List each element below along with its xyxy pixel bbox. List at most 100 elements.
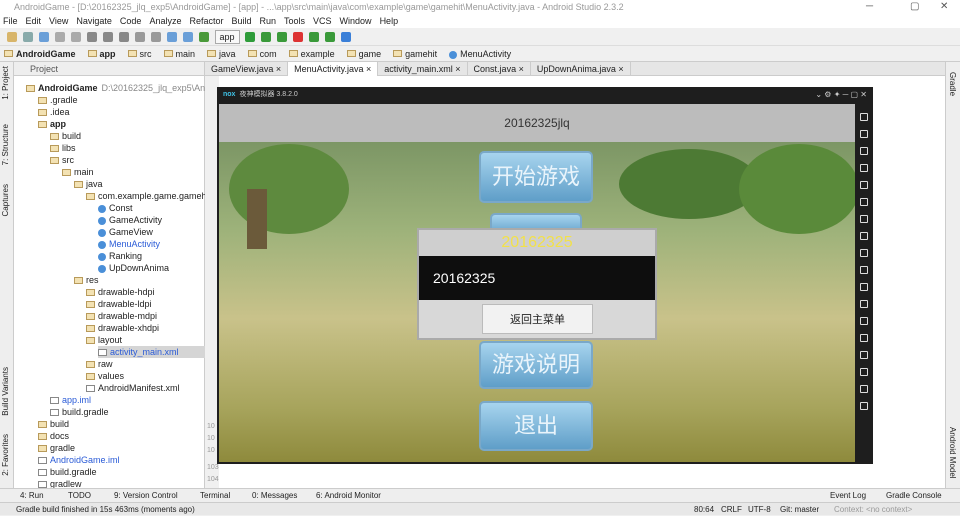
emu-tool-icon[interactable] <box>860 181 868 189</box>
tree-item[interactable]: libs <box>50 142 76 154</box>
open-icon[interactable] <box>7 32 17 42</box>
forward-icon[interactable] <box>183 32 193 42</box>
debug-icon[interactable] <box>261 32 272 42</box>
menu-file[interactable]: File <box>3 16 18 26</box>
emu-tool-icon[interactable] <box>860 317 868 325</box>
breadcrumb-item[interactable]: game <box>346 49 388 59</box>
tree-item[interactable]: build <box>38 418 69 430</box>
breadcrumb-item[interactable]: main <box>163 49 202 59</box>
menu-analyze[interactable]: Analyze <box>149 16 181 26</box>
gradle-console-tool-tab[interactable]: Gradle Console <box>886 489 942 503</box>
caret-position[interactable]: 80:64 <box>694 503 714 516</box>
tree-item[interactable]: gradle <box>38 442 75 454</box>
tab-menuactivity-java[interactable]: MenuActivity.java × <box>288 62 379 76</box>
tree-item[interactable]: MenuActivity <box>98 238 160 250</box>
structure-tool-tab[interactable]: 7: Structure <box>1 124 10 165</box>
menu-run[interactable]: Run <box>260 16 277 26</box>
menu-vcs[interactable]: VCS <box>313 16 332 26</box>
todo-tool-tab[interactable]: TODO <box>68 489 91 503</box>
breadcrumb-item[interactable]: MenuActivity <box>449 49 517 59</box>
gradle-tool-tab[interactable]: Gradle <box>948 72 957 96</box>
tree-item[interactable]: build.gradle <box>50 406 109 418</box>
tree-item[interactable]: UpDownAnima <box>98 262 169 274</box>
menu-navigate[interactable]: Navigate <box>76 16 112 26</box>
version-control-tool-tab[interactable]: 9: Version Control <box>114 489 178 503</box>
context[interactable]: Context: <no context> <box>834 503 912 516</box>
sdk-manager-icon[interactable] <box>309 32 320 42</box>
menu-code[interactable]: Code <box>120 16 142 26</box>
tree-item[interactable]: values <box>86 370 124 382</box>
tree-item[interactable]: drawable-hdpi <box>86 286 155 298</box>
run-config-select[interactable]: app <box>214 30 240 44</box>
redo-icon[interactable] <box>71 32 81 42</box>
copy-icon[interactable] <box>103 32 113 42</box>
terminal-tool-tab[interactable]: Terminal <box>200 489 230 503</box>
tree-item[interactable]: build <box>50 130 81 142</box>
tree-item[interactable]: GameView <box>98 226 153 238</box>
encoding[interactable]: UTF-8 <box>748 503 771 516</box>
tree-item[interactable]: app.iml <box>50 394 91 406</box>
line-separator[interactable]: CRLF <box>721 503 742 516</box>
save-icon[interactable] <box>23 32 33 42</box>
breadcrumb-item[interactable]: java <box>207 49 242 59</box>
tree-item[interactable]: .idea <box>38 106 70 118</box>
minimize-button[interactable]: ─ <box>866 0 873 14</box>
tree-item[interactable]: docs <box>38 430 69 442</box>
android-model-tool-tab[interactable]: Android Model <box>948 427 957 479</box>
tree-item[interactable]: AndroidManifest.xml <box>86 382 180 394</box>
emu-tool-icon[interactable] <box>860 147 868 155</box>
tab-gameview-java[interactable]: GameView.java × <box>205 62 289 76</box>
menu-help[interactable]: Help <box>380 16 399 26</box>
menu-view[interactable]: View <box>49 16 68 26</box>
sync-icon[interactable] <box>39 32 49 42</box>
back-icon[interactable] <box>167 32 177 42</box>
git-branch[interactable]: Git: master <box>780 503 819 516</box>
tree-item[interactable]: main <box>62 166 94 178</box>
tree-item[interactable]: GameActivity <box>98 214 162 226</box>
tree-item[interactable]: app <box>38 118 66 130</box>
avd-icon[interactable] <box>325 32 336 42</box>
project-tool-tab[interactable]: 1: Project <box>1 66 10 100</box>
event-log-tool-tab[interactable]: Event Log <box>830 489 866 503</box>
emu-tool-icon[interactable] <box>860 130 868 138</box>
tree-item[interactable]: .gradle <box>38 94 78 106</box>
menu-edit[interactable]: Edit <box>26 16 42 26</box>
emu-tool-icon[interactable] <box>860 266 868 274</box>
tab-const-java[interactable]: Const.java × <box>468 62 531 76</box>
emu-tool-icon[interactable] <box>860 113 868 121</box>
cut-icon[interactable] <box>87 32 97 42</box>
favorites-tool-tab[interactable]: 2: Favorites <box>1 434 10 476</box>
menu-tools[interactable]: Tools <box>284 16 305 26</box>
tree-item[interactable]: drawable-mdpi <box>86 310 157 322</box>
menu-window[interactable]: Window <box>340 16 372 26</box>
start-game-button[interactable]: 开始游戏 <box>479 151 593 203</box>
emu-tool-icon[interactable] <box>860 232 868 240</box>
tree-item[interactable]: AndroidGame D:\20162325_jlq_exp5\Andro <box>26 82 218 94</box>
tree-item[interactable]: build.gradle <box>38 466 97 478</box>
stop-icon[interactable] <box>293 32 304 42</box>
undo-icon[interactable] <box>55 32 65 42</box>
emulator-window-controls[interactable]: ⌄ ⚙ ✦ ─ ▢ ✕ <box>815 87 867 102</box>
close-button[interactable]: ✕ <box>940 0 948 14</box>
tree-item[interactable]: drawable-xhdpi <box>86 322 159 334</box>
tree-item[interactable]: Const <box>98 202 133 214</box>
run-tool-tab[interactable]: 4: Run <box>20 489 44 503</box>
emu-tool-icon[interactable] <box>860 351 868 359</box>
emu-tool-icon[interactable] <box>860 402 868 410</box>
captures-tool-tab[interactable]: Captures <box>1 184 10 216</box>
menu-build[interactable]: Build <box>231 16 251 26</box>
tree-item[interactable]: AndroidGame.iml <box>38 454 120 466</box>
emu-tool-icon[interactable] <box>860 368 868 376</box>
breadcrumb-item[interactable]: AndroidGame <box>4 49 82 59</box>
tree-item[interactable]: java <box>74 178 103 190</box>
breadcrumb-item[interactable]: gamehit <box>393 49 443 59</box>
run-icon[interactable] <box>245 32 256 42</box>
android-monitor-tool-tab[interactable]: 6: Android Monitor <box>316 489 381 503</box>
breadcrumb-item[interactable]: src <box>127 49 158 59</box>
breadcrumb-item[interactable]: com <box>247 49 283 59</box>
back-to-menu-button[interactable]: 返回主菜单 <box>482 304 593 334</box>
attach-icon[interactable] <box>277 32 288 42</box>
build-variants-tool-tab[interactable]: Build Variants <box>1 367 10 416</box>
tree-item[interactable]: com.example.game.gamehi <box>86 190 209 202</box>
project-view-select[interactable]: Project <box>14 62 204 76</box>
